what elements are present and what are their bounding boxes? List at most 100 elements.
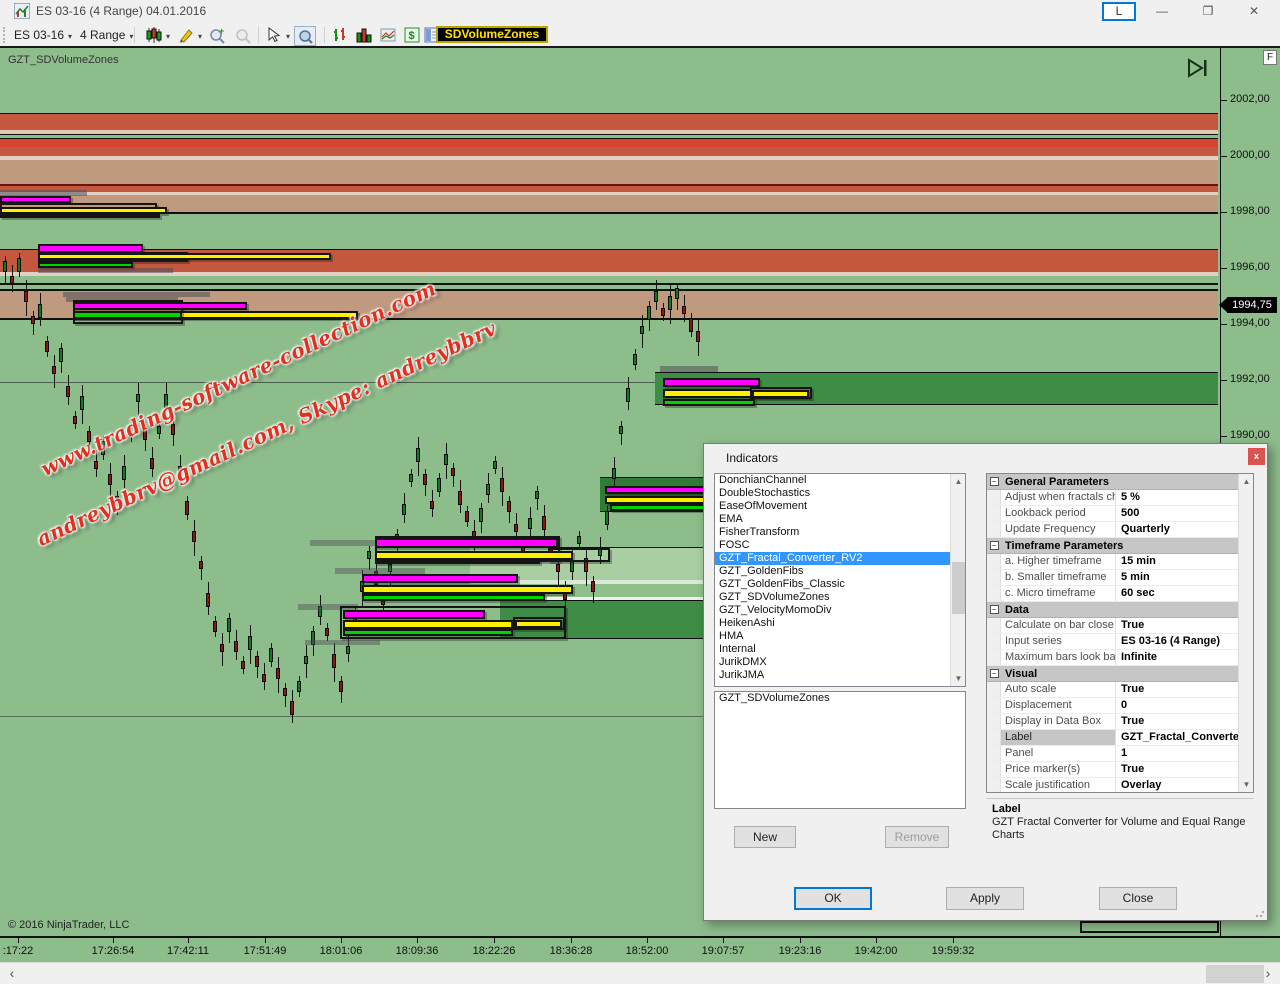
indicator-list-item[interactable]: JurikDMX bbox=[715, 656, 950, 669]
window-titlebar[interactable]: ES 03-16 (4 Range) 04.01.2016 L — ❐ ✕ bbox=[0, 0, 1280, 22]
indicator-list-item[interactable]: GZT_GoldenFibs bbox=[715, 565, 950, 578]
indicator-list-item[interactable]: DonchianChannel bbox=[715, 474, 950, 487]
instrument-dropdown[interactable]: ES 03-16▾ bbox=[14, 26, 72, 44]
scroll-right-icon[interactable]: › bbox=[1258, 963, 1278, 984]
minus-box-icon[interactable]: − bbox=[990, 541, 999, 550]
property-grid[interactable]: −General ParametersAdjust when fractals … bbox=[986, 473, 1254, 793]
chart-region-icon[interactable] bbox=[378, 26, 398, 44]
sdvolumezones-button[interactable]: SDVolumeZones bbox=[436, 26, 548, 43]
property-value[interactable]: 60 sec bbox=[1116, 586, 1238, 601]
property-grid-scrollbar[interactable]: ▲ ▼ bbox=[1238, 474, 1253, 792]
property-row[interactable]: LabelGZT_Fractal_Converte bbox=[987, 730, 1238, 746]
fixed-scale-button[interactable]: F bbox=[1263, 50, 1277, 65]
indicator-list-item[interactable]: JurikJMA bbox=[715, 669, 950, 682]
property-value[interactable]: True bbox=[1116, 762, 1238, 777]
indicator-list-item[interactable]: FOSC bbox=[715, 539, 950, 552]
property-value[interactable]: Infinite bbox=[1116, 650, 1238, 665]
indicator-list-item[interactable]: GZT_GoldenFibs_Classic bbox=[715, 578, 950, 591]
data-box-icon[interactable] bbox=[294, 26, 316, 46]
scrollbar-thumb[interactable] bbox=[1206, 965, 1264, 983]
scrollbar-thumb[interactable] bbox=[952, 562, 965, 614]
collapse-icon[interactable]: − bbox=[987, 602, 1001, 617]
property-value[interactable]: ES 03-16 (4 Range) bbox=[1116, 634, 1238, 649]
indicator-list-item[interactable]: DoubleStochastics bbox=[715, 487, 950, 500]
dialog-close-button[interactable]: x bbox=[1248, 448, 1265, 465]
property-value[interactable]: 5 % bbox=[1116, 490, 1238, 505]
zoom-out-icon[interactable] bbox=[234, 26, 254, 44]
scroll-down-icon[interactable]: ▼ bbox=[1239, 777, 1254, 792]
collapse-icon[interactable]: − bbox=[987, 474, 1001, 489]
cursor-icon[interactable] bbox=[264, 26, 284, 44]
time-axis[interactable]: :17:2217:26:5417:42:1117:51:4918:01:0618… bbox=[0, 936, 1280, 962]
minus-box-icon[interactable]: − bbox=[990, 605, 999, 614]
property-value[interactable]: True bbox=[1116, 714, 1238, 729]
apply-button[interactable]: Apply bbox=[946, 887, 1024, 910]
property-value[interactable]: True bbox=[1116, 682, 1238, 697]
resize-grip[interactable] bbox=[1255, 908, 1265, 918]
indicator-list-item[interactable]: FisherTransform bbox=[715, 526, 950, 539]
minus-box-icon[interactable]: − bbox=[990, 477, 999, 486]
zoom-in-icon[interactable]: + bbox=[208, 26, 228, 44]
scroll-down-icon[interactable]: ▼ bbox=[951, 671, 966, 686]
property-section-header[interactable]: −Data bbox=[987, 602, 1238, 618]
property-row[interactable]: Auto scaleTrue bbox=[987, 682, 1238, 698]
horizontal-scrollbar[interactable]: ‹ › bbox=[0, 962, 1280, 984]
property-section-header[interactable]: −Visual bbox=[987, 666, 1238, 682]
property-value[interactable]: 1 bbox=[1116, 746, 1238, 761]
property-row[interactable]: Adjust when fractals ch5 % bbox=[987, 490, 1238, 506]
property-value[interactable]: GZT_Fractal_Converte bbox=[1116, 730, 1238, 745]
indicator-list-item[interactable]: HMA bbox=[715, 630, 950, 643]
chevron-down-icon[interactable]: ▾ bbox=[282, 26, 290, 44]
property-section-header[interactable]: −General Parameters bbox=[987, 474, 1238, 490]
property-value[interactable]: Quarterly bbox=[1116, 522, 1238, 537]
property-value[interactable]: 15 min bbox=[1116, 554, 1238, 569]
scroll-up-icon[interactable]: ▲ bbox=[951, 474, 966, 489]
scroll-left-icon[interactable]: ‹ bbox=[2, 963, 22, 984]
property-value[interactable]: 500 bbox=[1116, 506, 1238, 521]
property-row[interactable]: Display in Data BoxTrue bbox=[987, 714, 1238, 730]
property-value[interactable]: Overlay bbox=[1116, 778, 1238, 793]
property-value[interactable]: 0 bbox=[1116, 698, 1238, 713]
property-row[interactable]: Calculate on bar closeTrue bbox=[987, 618, 1238, 634]
property-value[interactable]: True bbox=[1116, 618, 1238, 633]
property-row[interactable]: Scale justificationOverlay bbox=[987, 778, 1238, 793]
applied-indicator-item[interactable]: GZT_SDVolumeZones bbox=[715, 692, 965, 705]
indicator-list-item[interactable]: Internal bbox=[715, 643, 950, 656]
minimize-button[interactable]: — bbox=[1146, 0, 1178, 22]
toolbar-grip[interactable] bbox=[3, 27, 6, 43]
property-row[interactable]: b. Smaller timeframe5 min bbox=[987, 570, 1238, 586]
indicator-list[interactable]: DonchianChannelDoubleStochasticsEaseOfMo… bbox=[714, 473, 966, 687]
property-row[interactable]: c. Micro timeframe60 sec bbox=[987, 586, 1238, 602]
property-row[interactable]: Panel1 bbox=[987, 746, 1238, 762]
property-row[interactable]: Lookback period500 bbox=[987, 506, 1238, 522]
applied-indicator-list[interactable]: GZT_SDVolumeZones bbox=[714, 691, 966, 809]
indicator-list-item[interactable]: GZT_VelocityMomoDiv bbox=[715, 604, 950, 617]
indicator-list-item[interactable]: EMA bbox=[715, 513, 950, 526]
minus-box-icon[interactable]: − bbox=[990, 669, 999, 678]
scroll-up-icon[interactable]: ▲ bbox=[1239, 474, 1254, 489]
property-value[interactable]: 5 min bbox=[1116, 570, 1238, 585]
property-row[interactable]: Maximum bars look baInfinite bbox=[987, 650, 1238, 666]
range-dropdown[interactable]: 4 Range▾ bbox=[80, 26, 133, 44]
pencil-draw-icon[interactable] bbox=[176, 26, 196, 44]
candlestick-style-icon[interactable] bbox=[144, 26, 164, 44]
remove-button[interactable]: Remove bbox=[885, 826, 949, 848]
chart-bars-icon[interactable] bbox=[330, 26, 350, 44]
property-section-header[interactable]: −Timeframe Parameters bbox=[987, 538, 1238, 554]
volume-bars-icon[interactable] bbox=[354, 26, 374, 44]
property-row[interactable]: Price marker(s)True bbox=[987, 762, 1238, 778]
ok-button[interactable]: OK bbox=[794, 887, 872, 910]
property-row[interactable]: Input seriesES 03-16 (4 Range) bbox=[987, 634, 1238, 650]
indicator-list-scrollbar[interactable]: ▲ ▼ bbox=[950, 474, 965, 686]
indicator-list-item[interactable]: EaseOfMovement bbox=[715, 500, 950, 513]
indicator-list-item[interactable]: GZT_Fractal_Converter_RV2 bbox=[715, 552, 950, 565]
property-row[interactable]: a. Higher timeframe15 min bbox=[987, 554, 1238, 570]
new-button[interactable]: New bbox=[734, 826, 796, 848]
chevron-down-icon[interactable]: ▾ bbox=[162, 26, 170, 44]
chevron-down-icon[interactable]: ▾ bbox=[194, 26, 202, 44]
indicator-list-item[interactable]: HeikenAshi bbox=[715, 617, 950, 630]
dialog-close-action-button[interactable]: Close bbox=[1099, 887, 1177, 910]
collapse-icon[interactable]: − bbox=[987, 538, 1001, 553]
link-button[interactable]: L bbox=[1102, 2, 1136, 21]
indicator-list-item[interactable]: GZT_SDVolumeZones bbox=[715, 591, 950, 604]
